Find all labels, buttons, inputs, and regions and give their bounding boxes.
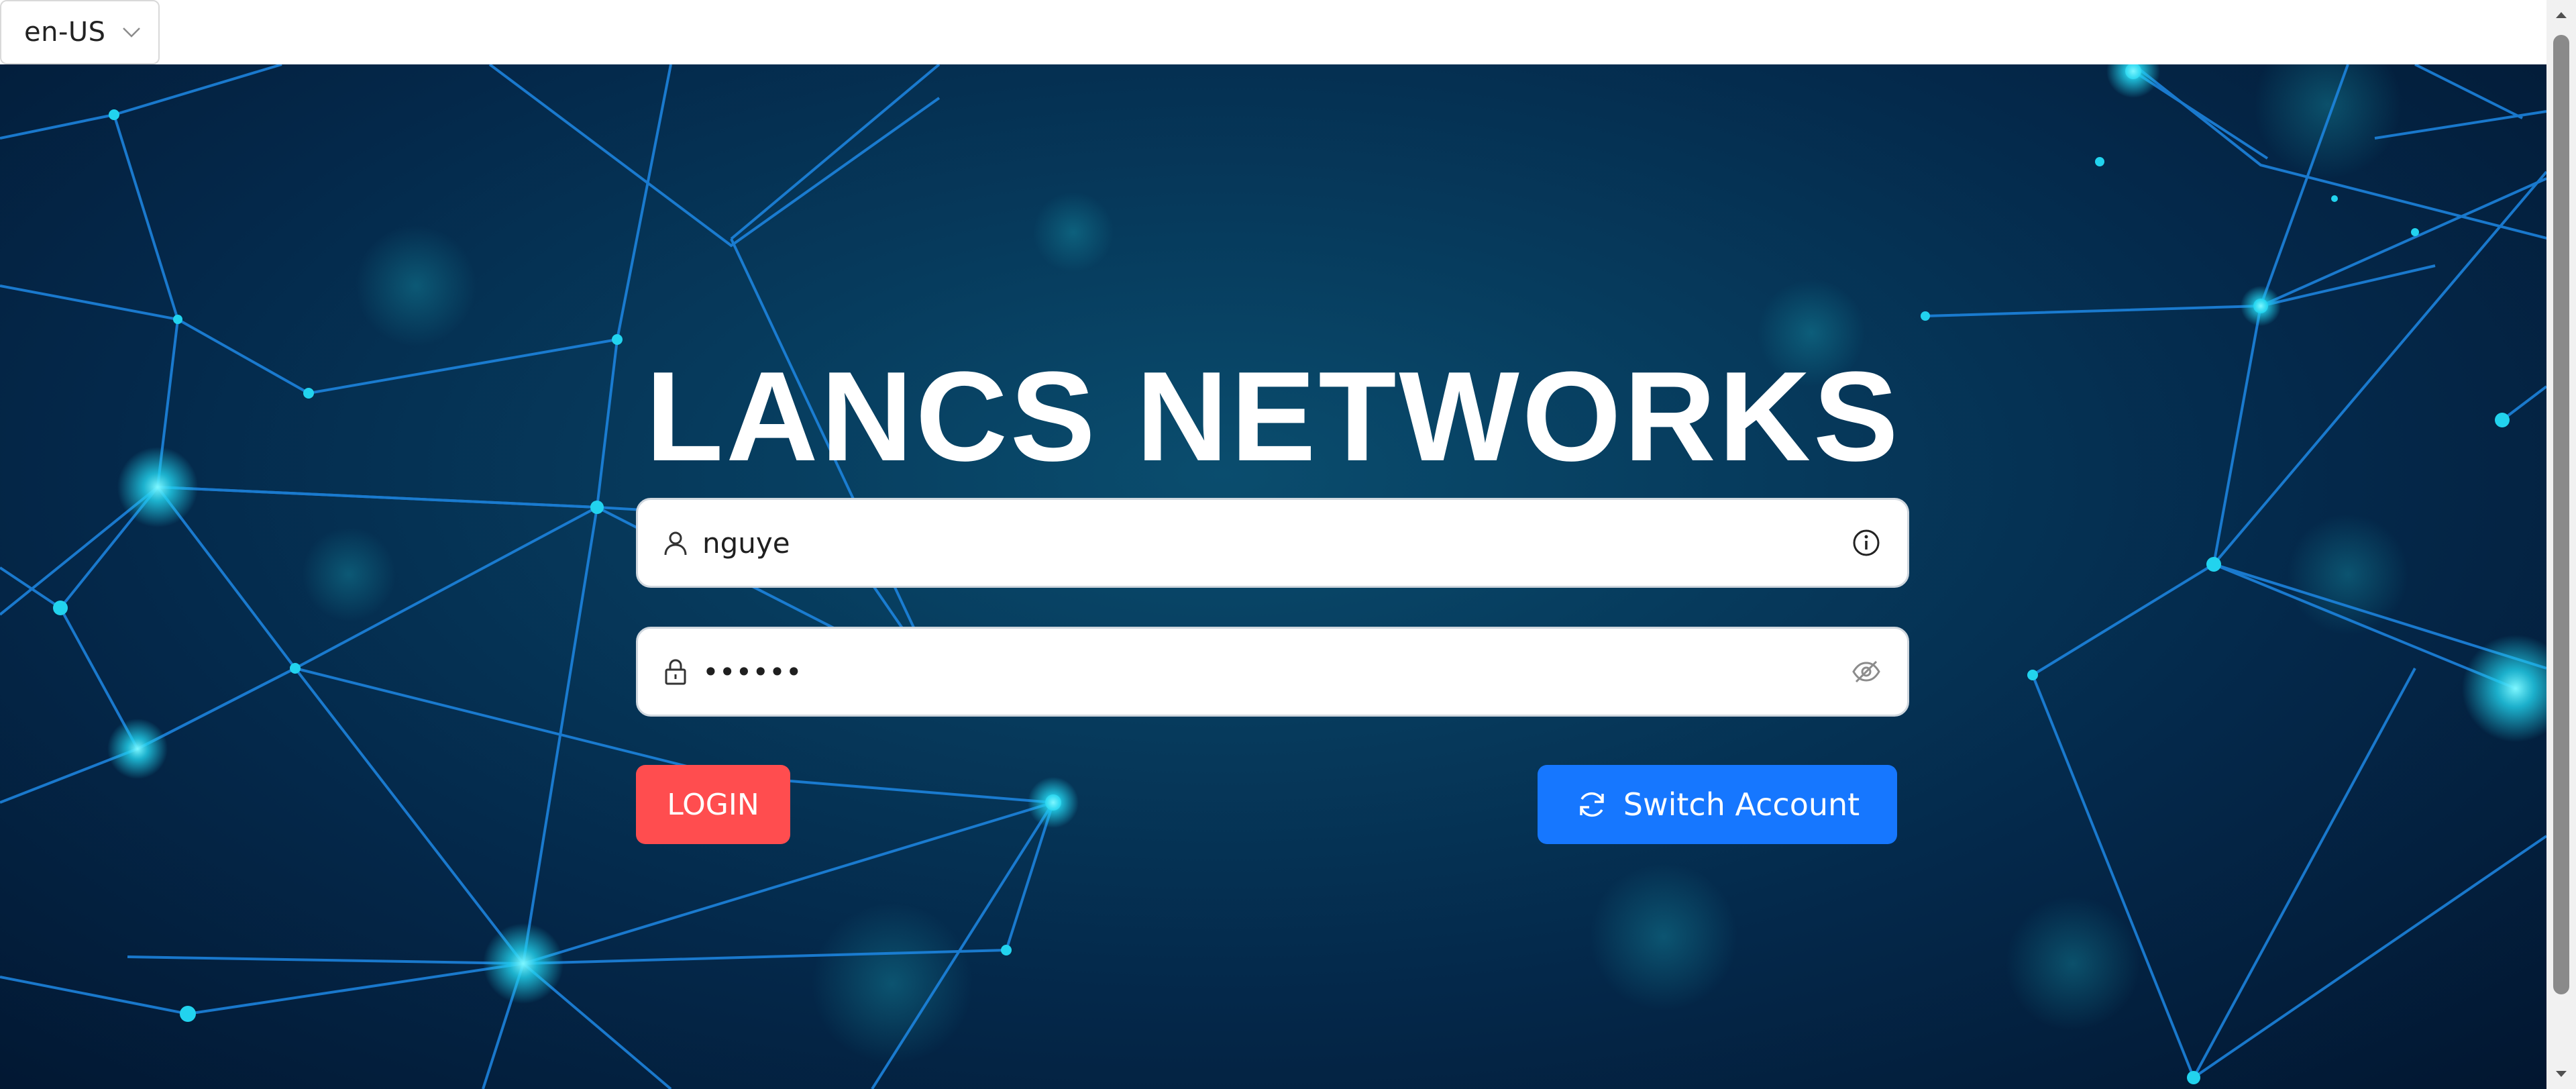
login-button[interactable]: LOGIN bbox=[636, 765, 790, 844]
scrollbar-thumb[interactable] bbox=[2553, 35, 2569, 994]
switch-account-label: Switch Account bbox=[1623, 786, 1860, 823]
scroll-up-arrow-icon[interactable] bbox=[2546, 0, 2576, 30]
password-field[interactable] bbox=[636, 627, 1909, 717]
eye-invisible-icon[interactable] bbox=[1849, 655, 1883, 688]
brand-title: LANCS NETWORKS bbox=[645, 346, 1901, 488]
language-select[interactable]: en-US bbox=[0, 0, 160, 64]
top-bar: en-US bbox=[0, 0, 2546, 64]
username-input[interactable] bbox=[701, 516, 1849, 570]
vertical-scrollbar[interactable] bbox=[2546, 0, 2576, 1089]
lock-icon bbox=[661, 657, 690, 686]
chevron-down-icon bbox=[119, 20, 144, 44]
info-circle-icon[interactable] bbox=[1849, 526, 1883, 560]
language-select-value: en-US bbox=[24, 17, 106, 48]
switch-account-button[interactable]: Switch Account bbox=[1538, 765, 1897, 844]
sync-icon bbox=[1575, 788, 1609, 821]
user-icon bbox=[661, 528, 690, 558]
username-field[interactable] bbox=[636, 498, 1909, 588]
password-input[interactable] bbox=[701, 645, 1849, 698]
scroll-down-arrow-icon[interactable] bbox=[2546, 1059, 2576, 1089]
